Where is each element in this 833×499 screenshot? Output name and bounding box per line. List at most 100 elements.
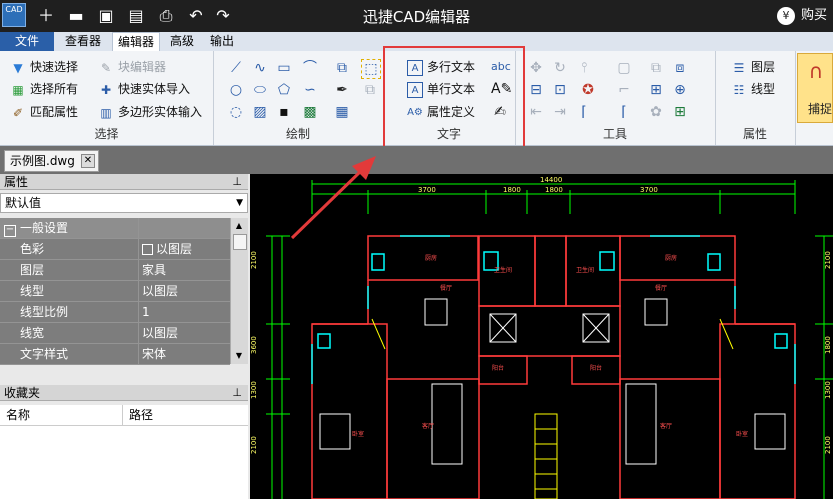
property-name: 线型比例 <box>20 305 69 319</box>
drawing-canvas[interactable]: 14400 3700 1800 1800 3700 2100 3600 1300… <box>250 174 833 499</box>
property-row[interactable]: 色彩 以图层 <box>0 239 230 260</box>
menu-editor[interactable]: 编辑器 <box>112 32 160 51</box>
column-header-path[interactable]: 路径 <box>122 405 153 425</box>
block-editor-button[interactable]: ✎ 块编辑器 <box>98 57 166 77</box>
measure-icon[interactable]: ⊞ <box>647 81 665 99</box>
region-icon[interactable]: ⬚ <box>361 59 381 79</box>
paint-icon[interactable]: ✪ <box>579 81 597 99</box>
close-icon[interactable]: ✕ <box>81 154 95 168</box>
image-icon[interactable]: ▩ <box>301 103 319 121</box>
circle-icon[interactable]: ○ <box>227 81 245 99</box>
dimension-lines <box>266 180 833 499</box>
buy-button[interactable]: ¥ 购买 <box>776 5 827 27</box>
dim-label: 1300 <box>824 381 832 399</box>
scale-icon[interactable]: ▢ <box>615 59 633 77</box>
dim-label: 3600 <box>250 336 258 354</box>
properties-filter-select[interactable]: 默认值 ▼ <box>0 193 248 213</box>
offset-icon[interactable]: ⇥ <box>551 103 569 121</box>
property-value[interactable]: 家具 <box>138 260 230 280</box>
line-icon[interactable]: ⟋ <box>227 59 245 77</box>
property-row[interactable]: 图层 家具 <box>0 260 230 281</box>
polygon-icon[interactable]: ⬠ <box>275 81 293 99</box>
magnet-icon: ∩ <box>808 59 824 83</box>
rectangle-icon[interactable]: ▭ <box>275 59 293 77</box>
quick-entity-import-button[interactable]: ✚ 快速实体导入 <box>98 79 190 99</box>
property-row[interactable]: 线型比例 1 <box>0 302 230 323</box>
pin-icon[interactable]: ⊥ <box>232 385 242 401</box>
property-row[interactable]: 线宽 以图层 <box>0 323 230 344</box>
ribbon-group-label: 绘制 <box>285 127 310 141</box>
pin-icon[interactable]: ⊥ <box>232 174 242 190</box>
property-name: 线宽 <box>20 326 45 340</box>
property-value[interactable]: 以图层 <box>138 281 230 301</box>
dim-label: 1800 <box>824 336 832 354</box>
room-label: 厨房 <box>665 254 677 262</box>
property-value[interactable]: 1 <box>138 302 230 322</box>
quick-select-button[interactable]: ▼ 快速选择 <box>10 57 78 77</box>
point-icon[interactable]: ▪ <box>275 103 293 121</box>
ellipse-icon[interactable]: ⬭ <box>251 81 269 99</box>
dim-label: 3700 <box>418 186 436 194</box>
document-tab[interactable]: 示例图.dwg ✕ <box>4 150 99 172</box>
linetype-button[interactable]: ☷ 线型 <box>731 79 775 99</box>
properties-scrollbar[interactable]: ▲ ▼ <box>230 218 248 364</box>
donut-icon[interactable]: ◌ <box>227 103 245 121</box>
copy-icon[interactable]: ⧉ <box>361 81 379 99</box>
menu-viewer[interactable]: 查看器 <box>60 32 106 51</box>
explode-icon[interactable]: ⧈ <box>671 59 689 77</box>
zoom-window-icon[interactable]: ⊕ <box>671 81 689 99</box>
mirror-icon[interactable]: ⫯ <box>575 59 593 77</box>
menu-file[interactable]: 文件 <box>0 32 54 51</box>
trim-icon[interactable]: ⊟ <box>527 81 545 99</box>
arc-icon[interactable]: ⌒ <box>301 59 319 77</box>
scroll-up-icon[interactable]: ▲ <box>233 220 245 232</box>
linetype-icon: ☷ <box>733 82 745 97</box>
extend-icon[interactable]: ⊡ <box>551 81 569 99</box>
polygon-entity-input-button[interactable]: ▥ 多边形实体输入 <box>98 102 202 122</box>
capture-button[interactable]: ∩ 捕捉 <box>797 53 833 123</box>
quick-entity-import-label: 快速实体导入 <box>118 82 191 96</box>
join-icon[interactable]: ✿ <box>647 103 665 121</box>
layer-button[interactable]: ☰ 图层 <box>731 57 775 77</box>
match-properties-button[interactable]: ✐ 匹配属性 <box>10 102 78 122</box>
document-tab-label: 示例图.dwg <box>10 154 75 168</box>
property-value[interactable]: 以图层 <box>138 239 230 259</box>
move-icon[interactable]: ✥ <box>527 59 545 77</box>
layer-label: 图层 <box>751 60 776 74</box>
ribbon-group-label: 选择 <box>94 127 119 141</box>
menu-output[interactable]: 输出 <box>204 32 240 51</box>
table-icon[interactable]: ▦ <box>333 103 351 121</box>
layer-tool-icon[interactable]: ⊞ <box>671 103 689 121</box>
block-insert-icon[interactable]: ⧉ <box>333 59 351 77</box>
property-row[interactable]: 线型 以图层 <box>0 281 230 302</box>
room-label: 卧室 <box>352 430 364 438</box>
property-value[interactable]: 以图层 <box>138 323 230 343</box>
hatch-icon[interactable]: ▨ <box>251 103 269 121</box>
section-value <box>138 218 230 238</box>
polyline-icon[interactable]: ∿ <box>251 59 269 77</box>
collapse-icon[interactable]: − <box>4 225 16 237</box>
fillet-icon[interactable]: ⌐ <box>615 81 633 99</box>
break-icon[interactable]: ⌈ <box>575 103 593 121</box>
properties-section-row[interactable]: − 一般设置 <box>0 218 230 239</box>
array-icon[interactable]: ⧉ <box>647 59 665 77</box>
chevron-down-icon: ▼ <box>236 198 243 208</box>
polygon-icon: ▥ <box>100 105 112 120</box>
left-panel: 属性 ⊥ 默认值 ▼ − 一般设置 色彩 以图层 图层 家具 线型 以图层 线型比… <box>0 174 250 499</box>
scroll-down-icon[interactable]: ▼ <box>233 350 245 362</box>
rotate-icon[interactable]: ↻ <box>551 59 569 77</box>
properties-grid: − 一般设置 色彩 以图层 图层 家具 线型 以图层 线型比例 1 线宽 以图层 … <box>0 218 230 365</box>
section-label: 一般设置 <box>20 221 69 235</box>
property-row[interactable]: 文字样式 宋体 <box>0 344 230 365</box>
stretch-icon[interactable]: ⇤ <box>527 103 545 121</box>
column-header-name[interactable]: 名称 <box>6 405 30 425</box>
chamfer-icon[interactable]: ⌈ <box>615 103 633 121</box>
pen-icon[interactable]: ✒ <box>333 81 351 99</box>
scroll-thumb[interactable] <box>233 234 247 250</box>
menu-advanced[interactable]: 高级 <box>164 32 200 51</box>
properties-panel-title: 属性 <box>4 175 29 189</box>
spline-icon[interactable]: ∽ <box>301 81 319 99</box>
property-value[interactable]: 宋体 <box>138 344 230 364</box>
select-all-button[interactable]: ▦ 选择所有 <box>10 79 78 99</box>
highlight-box <box>383 46 525 155</box>
